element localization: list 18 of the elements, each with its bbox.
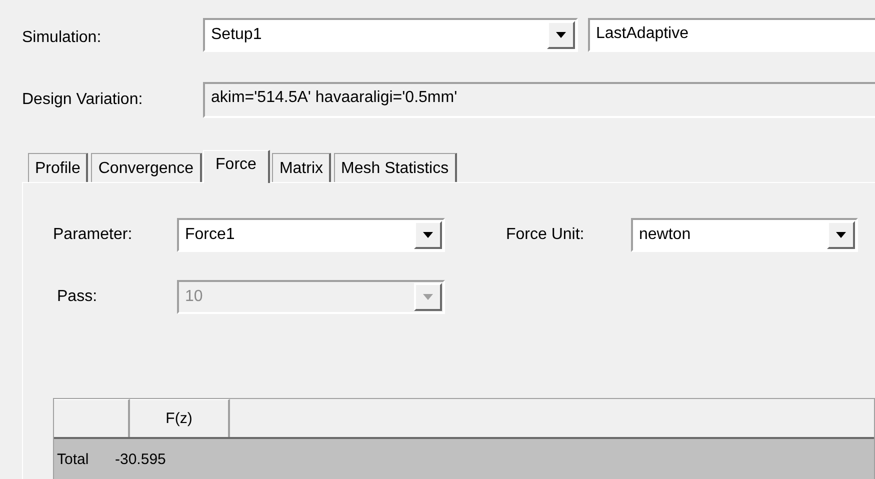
table-cell: -30.595 <box>115 450 166 468</box>
tab[interactable]: Force <box>202 150 270 183</box>
tab[interactable]: Profile <box>28 153 88 182</box>
simulation-label: Simulation: <box>22 28 102 47</box>
force-unit-dropdown[interactable]: newton <box>631 218 858 252</box>
tab[interactable]: Convergence <box>91 153 202 182</box>
tab[interactable]: Mesh Statistics <box>334 153 457 182</box>
parameter-label: Parameter: <box>53 226 134 244</box>
column-header: F(z) <box>130 399 230 437</box>
tab[interactable]: Matrix <box>272 153 331 182</box>
force-unit-label: Force Unit: <box>506 226 586 244</box>
pass-label: Pass: <box>56 288 98 306</box>
row-label: Total <box>56 450 90 468</box>
parameter-dropdown[interactable]: Force1 <box>177 218 445 252</box>
design-variation-field[interactable]: akim='514.5A' havaaraligi='0.5mm' <box>203 82 875 118</box>
setup-dropdown[interactable]: Setup1 <box>203 18 578 52</box>
design-variation-label: Design Variation: <box>22 91 144 109</box>
solution-field[interactable]: LastAdaptive <box>588 18 875 52</box>
